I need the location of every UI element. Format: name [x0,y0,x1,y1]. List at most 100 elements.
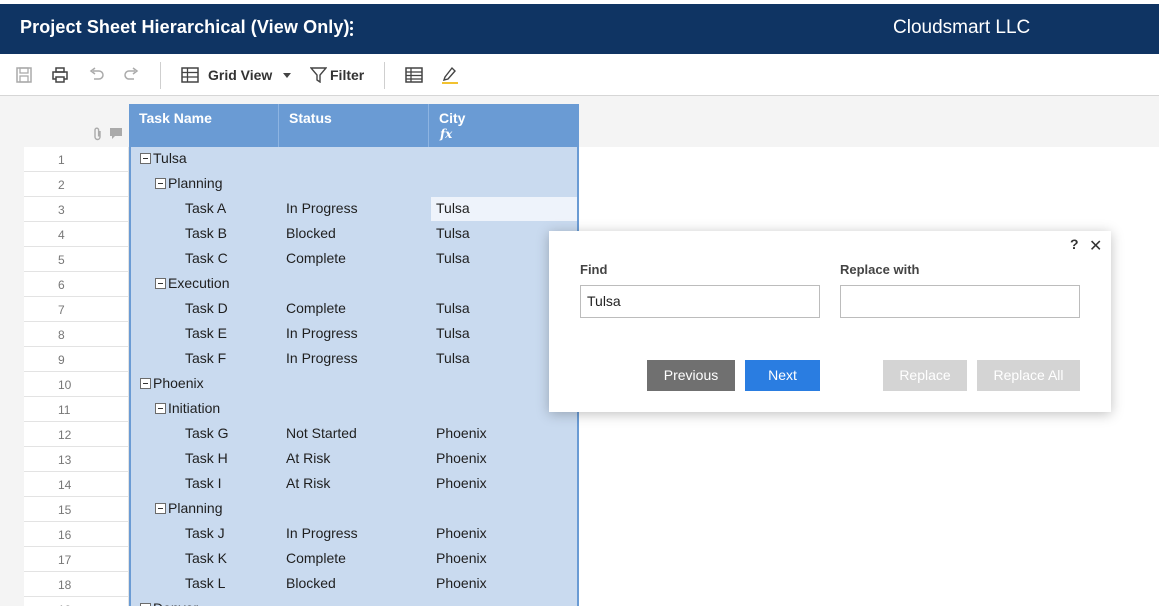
table-row[interactable]: Tulsa [131,147,577,172]
city-cell[interactable]: Phoenix [436,472,487,497]
table-row[interactable]: Denver [131,597,577,606]
close-icon[interactable]: ✕ [1089,236,1102,256]
status-cell[interactable]: Not Started [286,422,357,447]
status-cell[interactable]: Complete [286,297,346,322]
column-header-status[interactable]: Status [289,110,332,126]
status-cell[interactable]: In Progress [286,522,358,547]
row-number[interactable]: 10 [24,372,129,397]
row-number[interactable]: 2 [24,172,129,197]
task-name-cell[interactable]: Task H [185,447,228,472]
column-header-task-name[interactable]: Task Name [139,110,212,126]
replace-input[interactable] [840,285,1080,318]
table-row[interactable]: Task H At Risk Phoenix [131,447,577,472]
table-row[interactable]: Task D Complete Tulsa [131,297,577,322]
next-button[interactable]: Next [745,360,820,391]
redo-icon[interactable] [123,54,140,96]
task-name-cell[interactable]: Task D [185,297,228,322]
row-number[interactable]: 19 [24,597,129,606]
city-cell[interactable]: Phoenix [436,572,487,597]
table-row[interactable]: Task L Blocked Phoenix [131,572,577,597]
highlight-changes-icon[interactable] [441,54,459,96]
task-name-cell[interactable]: Planning [168,172,223,197]
row-number[interactable]: 5 [24,247,129,272]
replace-button[interactable]: Replace [883,360,967,391]
row-number[interactable]: 11 [24,397,129,422]
undo-icon[interactable] [88,54,105,96]
replace-all-button[interactable]: Replace All [977,360,1080,391]
row-number[interactable]: 1 [24,147,129,172]
task-name-cell[interactable]: Task B [185,222,227,247]
city-cell[interactable]: Phoenix [436,422,487,447]
task-name-cell[interactable]: Task K [185,547,227,572]
city-cell[interactable]: Tulsa [436,297,470,322]
city-cell[interactable]: Tulsa [436,322,470,347]
collapse-toggle-icon[interactable] [155,278,166,289]
row-number[interactable]: 8 [24,322,129,347]
status-cell[interactable]: At Risk [286,472,330,497]
row-number[interactable]: 6 [24,272,129,297]
previous-button[interactable]: Previous [647,360,735,391]
task-name-cell[interactable]: Task L [185,572,225,597]
table-row[interactable]: Planning [131,172,577,197]
collapse-toggle-icon[interactable] [140,378,151,389]
task-name-cell[interactable]: Task A [185,197,226,222]
row-number[interactable]: 3 [24,197,129,222]
row-number[interactable]: 18 [24,572,129,597]
task-name-cell[interactable]: Task I [185,472,222,497]
task-name-cell[interactable]: Task F [185,347,226,372]
collapse-toggle-icon[interactable] [140,153,151,164]
status-cell[interactable]: Blocked [286,222,336,247]
task-name-cell[interactable]: Tulsa [153,147,187,172]
collapse-toggle-icon[interactable] [155,178,166,189]
collapse-toggle-icon[interactable] [155,503,166,514]
task-name-cell[interactable]: Planning [168,497,223,522]
task-name-cell[interactable]: Task E [185,322,227,347]
row-number[interactable]: 9 [24,347,129,372]
city-cell[interactable]: Tulsa [436,197,470,222]
row-number[interactable]: 13 [24,447,129,472]
row-number[interactable]: 15 [24,497,129,522]
collapse-toggle-icon[interactable] [155,403,166,414]
task-name-cell[interactable]: Task G [185,422,229,447]
row-number[interactable]: 7 [24,297,129,322]
table-row[interactable]: Task J In Progress Phoenix [131,522,577,547]
more-options-icon[interactable] [346,18,356,40]
table-row[interactable]: Initiation [131,397,577,422]
filter-button[interactable]: Filter [310,54,364,96]
help-icon[interactable]: ? [1070,236,1079,252]
table-row[interactable]: Task A In Progress Tulsa [131,197,577,222]
city-cell[interactable]: Phoenix [436,547,487,572]
city-cell[interactable]: Tulsa [436,347,470,372]
status-cell[interactable]: At Risk [286,447,330,472]
city-cell[interactable]: Tulsa [436,247,470,272]
task-name-cell[interactable]: Initiation [168,397,220,422]
table-row[interactable]: Task F In Progress Tulsa [131,347,577,372]
table-row[interactable]: Task I At Risk Phoenix [131,472,577,497]
row-number[interactable]: 16 [24,522,129,547]
row-number[interactable]: 17 [24,547,129,572]
row-number[interactable]: 4 [24,222,129,247]
status-cell[interactable]: Complete [286,547,346,572]
table-row[interactable]: Task B Blocked Tulsa [131,222,577,247]
find-input[interactable]: Tulsa [580,285,820,318]
row-number[interactable]: 14 [24,472,129,497]
column-header-city[interactable]: City [439,110,465,126]
status-cell[interactable]: Complete [286,247,346,272]
status-cell[interactable]: In Progress [286,347,358,372]
table-row[interactable]: Execution [131,272,577,297]
city-cell[interactable]: Tulsa [436,222,470,247]
city-cell[interactable]: Phoenix [436,447,487,472]
table-row[interactable]: Phoenix [131,372,577,397]
print-icon[interactable] [51,54,69,96]
status-cell[interactable]: Blocked [286,572,336,597]
table-row[interactable]: Task K Complete Phoenix [131,547,577,572]
task-name-cell[interactable]: Phoenix [153,372,204,397]
status-cell[interactable]: In Progress [286,322,358,347]
grid-view-menu[interactable]: Grid View [181,54,292,96]
table-row[interactable]: Task C Complete Tulsa [131,247,577,272]
save-icon[interactable] [15,54,33,96]
task-name-cell[interactable]: Execution [168,272,229,297]
task-name-cell[interactable]: Denver [153,597,198,606]
task-name-cell[interactable]: Task C [185,247,228,272]
row-number[interactable]: 12 [24,422,129,447]
